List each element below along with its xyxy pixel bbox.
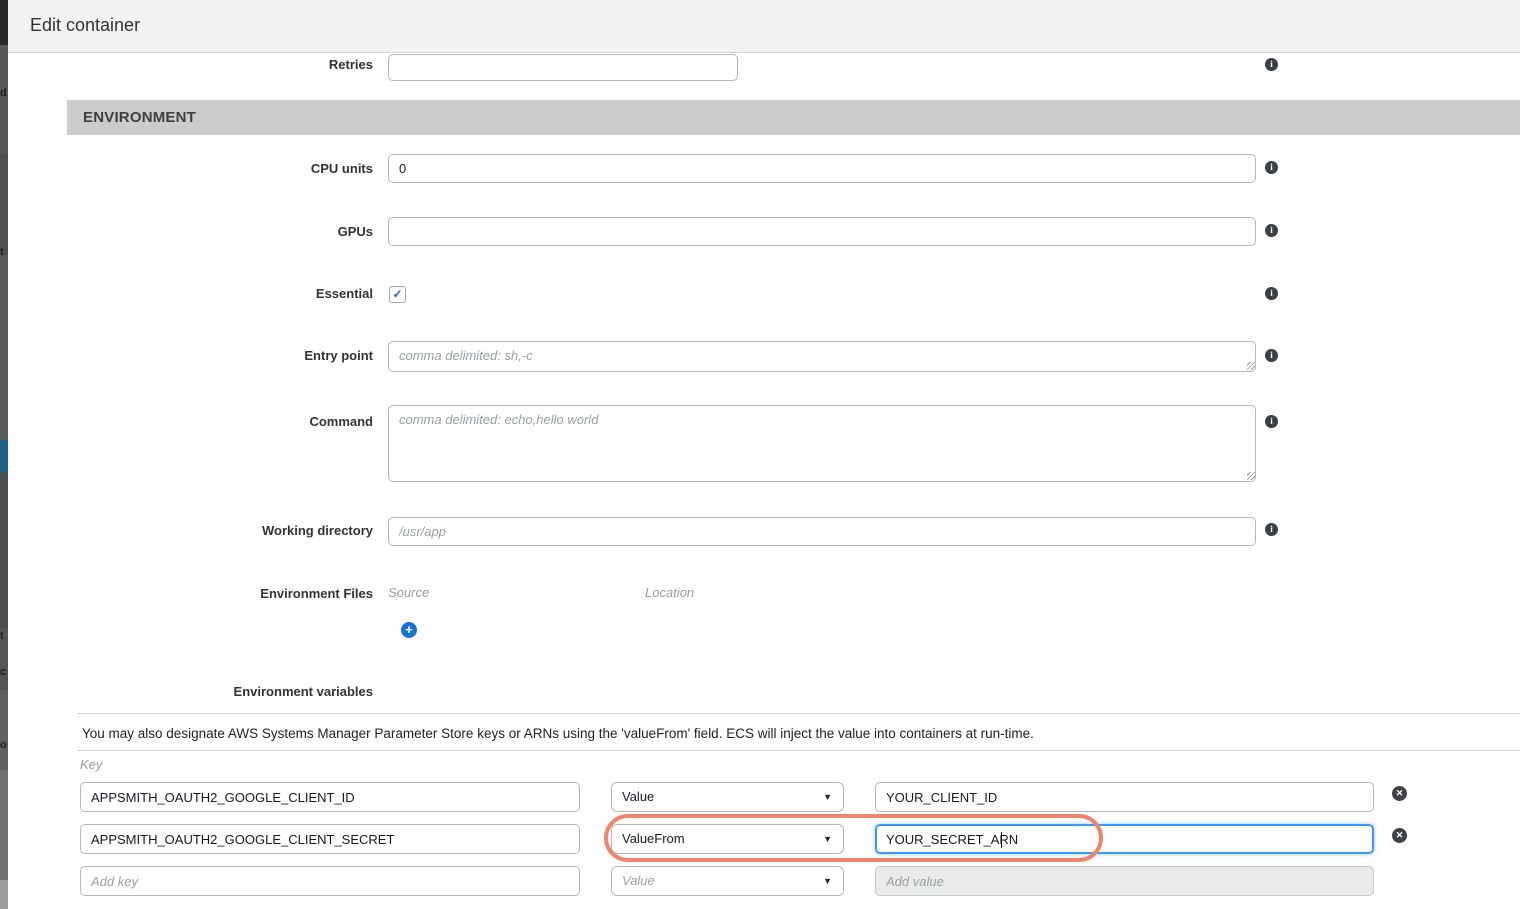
check-icon: ✓ [392, 287, 402, 301]
clipped-text-fragment: t [0, 631, 8, 642]
clipped-text-fragment: o [0, 740, 8, 751]
close-icon: ✕ [1396, 788, 1404, 798]
env-var-key-input[interactable] [80, 824, 580, 854]
selected-option-label: Value [622, 789, 654, 804]
source-column-header: Source [388, 585, 429, 600]
plus-icon: + [405, 622, 413, 637]
divider [78, 713, 1520, 714]
info-glyph: i [1270, 288, 1273, 298]
selected-option-label: Value [622, 873, 655, 888]
clipped-text-fragment: d [0, 88, 8, 99]
env-var-value-input[interactable] [875, 782, 1374, 812]
caret-down-icon: ▼ [823, 825, 832, 853]
cpu-units-input[interactable] [388, 154, 1256, 183]
clipped-text-fragment: c [0, 667, 8, 678]
essential-checkbox[interactable]: ✓ [389, 286, 406, 303]
cpu-units-label: CPU units [8, 161, 373, 177]
entry-point-textarea[interactable] [388, 341, 1256, 372]
resize-handle[interactable] [1247, 362, 1255, 370]
info-icon[interactable]: i [1265, 287, 1278, 300]
gpus-input[interactable] [388, 217, 1256, 246]
command-textarea[interactable] [388, 405, 1256, 482]
selected-option-label: ValueFrom [622, 831, 685, 846]
delete-row-button[interactable]: ✕ [1392, 828, 1407, 843]
info-icon[interactable]: i [1265, 523, 1278, 536]
text-caret [1001, 832, 1002, 848]
working-directory-label: Working directory [8, 523, 373, 539]
command-label: Command [8, 414, 373, 430]
panel-header: Edit container [8, 0, 1520, 53]
env-var-type-select[interactable]: ValueFrom ▼ [611, 824, 844, 854]
entry-point-label: Entry point [8, 348, 373, 364]
clipped-text-fragment: t [0, 247, 8, 258]
underlying-page-edge: d t t c o [0, 0, 8, 909]
divider [78, 750, 1520, 751]
working-directory-input[interactable] [388, 517, 1256, 546]
info-glyph: i [1270, 225, 1273, 235]
close-icon: ✕ [1396, 830, 1404, 840]
info-glyph: i [1270, 350, 1273, 360]
resize-handle[interactable] [1247, 472, 1255, 480]
add-environment-file-button[interactable]: + [401, 622, 417, 638]
retries-label: Retries [8, 57, 373, 73]
info-icon[interactable]: i [1265, 349, 1278, 362]
essential-label: Essential [8, 286, 373, 302]
env-var-value-input[interactable] [875, 866, 1374, 896]
environment-files-label: Environment Files [8, 586, 373, 602]
env-var-type-select[interactable]: Value ▼ [611, 866, 844, 896]
key-column-header: Key [80, 757, 102, 772]
caret-down-icon: ▼ [823, 867, 832, 895]
page-title: Edit container [30, 15, 140, 36]
info-icon[interactable]: i [1265, 161, 1278, 174]
env-var-key-input[interactable] [80, 866, 580, 896]
edit-container-panel: Edit container Retries i ENVIRONMENT CPU… [8, 0, 1520, 909]
environment-variables-label: Environment variables [8, 684, 373, 700]
info-glyph: i [1270, 59, 1273, 69]
env-var-value-input[interactable] [875, 824, 1374, 854]
delete-row-button[interactable]: ✕ [1392, 786, 1407, 801]
environment-section-header: ENVIRONMENT [67, 100, 1520, 135]
info-glyph: i [1270, 162, 1273, 172]
info-glyph: i [1270, 524, 1273, 534]
info-icon[interactable]: i [1265, 415, 1278, 428]
env-var-key-input[interactable] [80, 782, 580, 812]
info-icon[interactable]: i [1265, 58, 1278, 71]
caret-down-icon: ▼ [823, 783, 832, 811]
gpus-label: GPUs [8, 224, 373, 240]
retries-input[interactable] [388, 54, 738, 81]
info-icon[interactable]: i [1265, 224, 1278, 237]
info-glyph: i [1270, 416, 1273, 426]
valuefrom-note: You may also designate AWS Systems Manag… [82, 726, 1034, 741]
env-var-type-select[interactable]: Value ▼ [611, 782, 844, 812]
location-column-header: Location [645, 585, 694, 600]
